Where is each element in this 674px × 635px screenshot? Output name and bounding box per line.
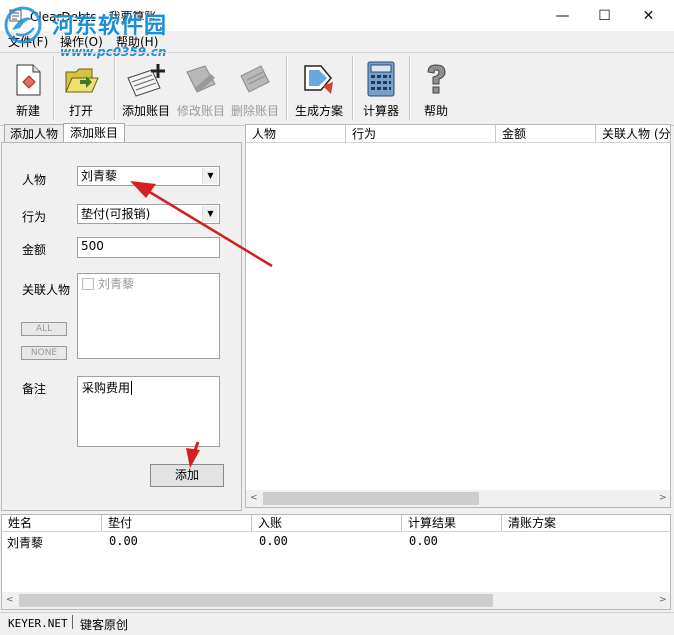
annotation-arrow-icon <box>186 441 200 468</box>
annotation-arrows <box>130 181 273 468</box>
annotation-arrow-icon <box>130 181 273 268</box>
